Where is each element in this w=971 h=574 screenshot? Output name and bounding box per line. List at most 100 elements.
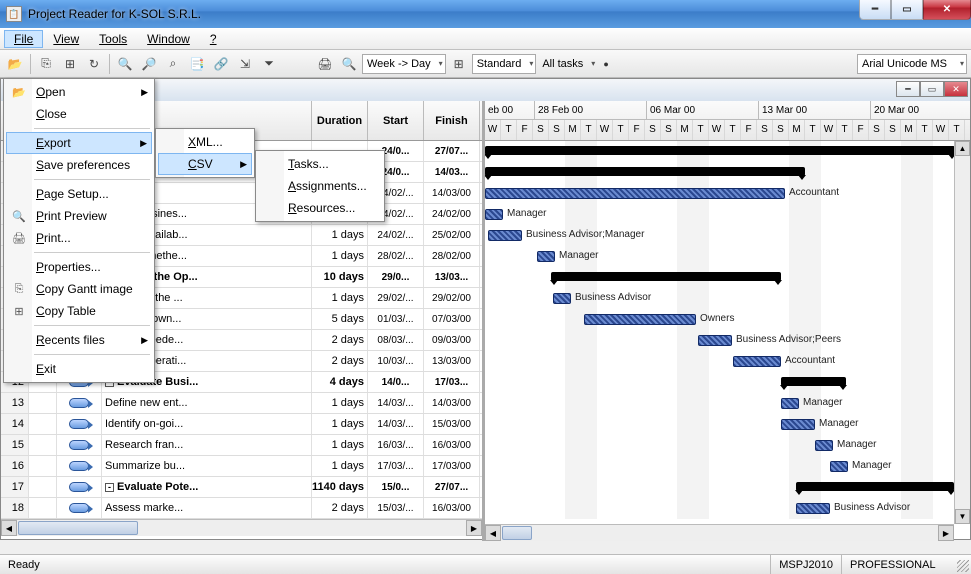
scroll-left-icon[interactable]: ◀ <box>485 525 501 541</box>
timeline-hscroll[interactable]: ◀ ▶ <box>485 524 954 541</box>
child-maximize-button[interactable]: ▭ <box>920 81 944 97</box>
find-icon[interactable]: ⌕ <box>162 53 184 75</box>
table-row[interactable]: 15Research fran...1 days16/03/...16/03/0… <box>1 435 482 456</box>
close-button[interactable]: ✕ <box>923 0 971 20</box>
preview-icon[interactable]: 🔍 <box>338 53 360 75</box>
task-bar[interactable] <box>488 230 522 241</box>
task-bar[interactable] <box>796 503 830 514</box>
minimize-button[interactable]: ━ <box>859 0 891 20</box>
menu-item[interactable]: Page Setup... <box>6 183 152 205</box>
goto-icon[interactable]: 📑 <box>186 53 208 75</box>
task-bar[interactable] <box>830 461 848 472</box>
table-row[interactable]: 14Identify on-goi...1 days14/03/...15/03… <box>1 414 482 435</box>
col-duration[interactable]: Duration <box>312 101 368 140</box>
task-bar[interactable] <box>537 251 555 262</box>
menu-item[interactable]: Close <box>6 103 152 125</box>
menu-label: Open <box>36 85 65 99</box>
col-start[interactable]: Start <box>368 101 424 140</box>
menu-item[interactable]: Properties... <box>6 256 152 278</box>
task-bar[interactable] <box>485 209 503 220</box>
summary-bar[interactable] <box>796 482 954 491</box>
zoom-combo[interactable]: Week -> Day <box>362 54 446 74</box>
menu-label: Print Preview <box>36 209 107 223</box>
scroll-thumb[interactable] <box>18 521 138 535</box>
table-icon[interactable]: ⊞ <box>59 53 81 75</box>
menu-label: Properties... <box>36 260 101 274</box>
copy-icon[interactable]: ⎘ <box>35 53 57 75</box>
table-row[interactable]: 17-Evaluate Pote...1140 days15/0...27/07… <box>1 477 482 498</box>
menu-item[interactable]: ⎘Copy Gantt image <box>6 278 152 300</box>
print-icon[interactable]: 🖨 <box>314 53 336 75</box>
table-row[interactable]: 16Summarize bu...1 days17/03/...17/03/00 <box>1 456 482 477</box>
summary-bar[interactable] <box>551 272 781 281</box>
scroll-right-icon[interactable]: ▶ <box>938 525 954 541</box>
scroll-thumb[interactable] <box>502 526 532 540</box>
layout-icon[interactable]: ⊞ <box>448 53 470 75</box>
col-finish[interactable]: Finish <box>424 101 480 140</box>
task-bar[interactable] <box>815 440 833 451</box>
grid-hscroll[interactable]: ◀ ▶ <box>1 519 482 536</box>
child-minimize-button[interactable]: ━ <box>896 81 920 97</box>
font-combo[interactable]: Arial Unicode MS <box>857 54 967 74</box>
table-row[interactable]: 18Assess marke...2 days15/03/...16/03/00 <box>1 498 482 519</box>
task-bar[interactable] <box>698 335 732 346</box>
summary-bar[interactable] <box>485 146 955 155</box>
menu-item[interactable]: Exit <box>6 358 152 380</box>
layout-combo[interactable]: Standard <box>472 54 537 74</box>
menu-icon: ⊞ <box>10 305 28 318</box>
task-bar[interactable] <box>553 293 571 304</box>
maximize-button[interactable]: ▭ <box>891 0 923 20</box>
filter-combo[interactable]: All tasks <box>538 54 597 74</box>
menu-item[interactable]: CSV▶ <box>158 153 252 175</box>
open-icon[interactable]: 📂 <box>4 53 26 75</box>
bar-label: Owners <box>700 313 734 324</box>
task-bar[interactable] <box>781 398 799 409</box>
link-icon[interactable]: 🔗 <box>210 53 232 75</box>
scroll-down-icon[interactable]: ▼ <box>955 509 970 524</box>
menu-item[interactable]: Export▶ <box>6 132 152 154</box>
filter-icon[interactable]: ⏷ <box>258 53 280 75</box>
menu-item[interactable]: Tasks... <box>258 153 382 175</box>
menu-item[interactable]: Save preferences <box>6 154 152 176</box>
scroll-right-icon[interactable]: ▶ <box>466 520 482 536</box>
table-row[interactable]: 13Define new ent...1 days14/03/...14/03/… <box>1 393 482 414</box>
task-bar[interactable] <box>733 356 781 367</box>
refresh-icon[interactable]: ↻ <box>83 53 105 75</box>
menu-label: Resources... <box>288 201 355 215</box>
resize-grip-icon[interactable] <box>957 560 969 572</box>
status-ready: Ready <box>0 559 48 571</box>
task-bar[interactable] <box>485 188 785 199</box>
menu-tools[interactable]: Tools <box>89 30 137 48</box>
timeline-vscroll[interactable]: ▲ ▼ <box>954 141 970 524</box>
zoomin-icon[interactable]: 🔍 <box>114 53 136 75</box>
statusbar: Ready MSPJ2010 PROFESSIONAL <box>0 554 971 574</box>
menu-item[interactable]: 📂Open▶ <box>6 81 152 103</box>
submenu-arrow-icon: ▶ <box>240 159 247 170</box>
menu-file[interactable]: File <box>4 30 43 48</box>
menu-view[interactable]: View <box>43 30 89 48</box>
week-header: eb 00 <box>485 101 535 120</box>
menu-item[interactable]: XML... <box>158 131 252 153</box>
unlink-icon[interactable]: ⇲ <box>234 53 256 75</box>
week-header: 06 Mar 00 <box>647 101 759 120</box>
task-bar[interactable] <box>781 419 815 430</box>
menu-window[interactable]: Window <box>137 30 200 48</box>
menu-item[interactable]: Recents files▶ <box>6 329 152 351</box>
menu-item[interactable]: Resources... <box>258 197 382 219</box>
scroll-up-icon[interactable]: ▲ <box>955 141 970 156</box>
menu-item[interactable]: ⊞Copy Table <box>6 300 152 322</box>
menu-item[interactable]: 🔍Print Preview <box>6 205 152 227</box>
bar-label: Manager <box>803 397 842 408</box>
bar-label: Business Advisor <box>834 502 910 513</box>
indicator-icon <box>69 503 89 513</box>
zoomout-icon[interactable]: 🔎 <box>138 53 160 75</box>
menu-help[interactable]: ? <box>200 30 227 48</box>
summary-bar[interactable] <box>485 167 805 176</box>
menu-item[interactable]: Assignments... <box>258 175 382 197</box>
scroll-left-icon[interactable]: ◀ <box>1 520 17 536</box>
child-close-button[interactable]: ✕ <box>944 81 968 97</box>
task-bar[interactable] <box>584 314 696 325</box>
timeline-grid: AccountantManagerBusiness Advisor;Manage… <box>485 141 970 519</box>
menu-item[interactable]: 🖨Print... <box>6 227 152 249</box>
summary-bar[interactable] <box>781 377 846 386</box>
